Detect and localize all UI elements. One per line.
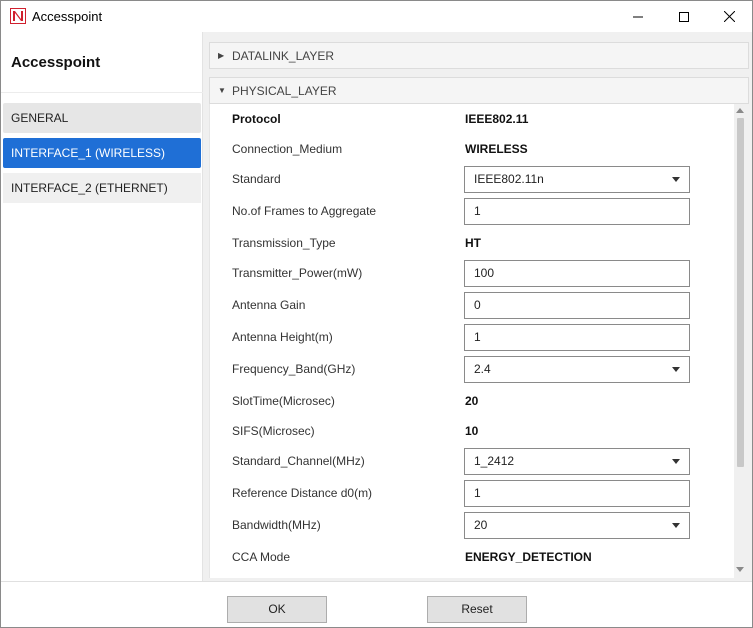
title-bar: Accesspoint [1, 1, 752, 32]
section-label: PHYSICAL_LAYER [232, 84, 337, 98]
vertical-scrollbar[interactable] [734, 104, 747, 578]
section-physical-layer[interactable]: ▼ PHYSICAL_LAYER [209, 77, 749, 104]
collapsed-arrow-icon: ▶ [218, 51, 225, 60]
frequency-band-select[interactable]: 2.4 [464, 356, 690, 383]
select-value: 20 [474, 518, 488, 532]
property-row-antenna-height: Antenna Height(m) 1 [210, 322, 734, 352]
reset-button[interactable]: Reset [427, 596, 527, 623]
maximize-button[interactable] [661, 1, 707, 32]
property-row-standard-channel: Standard_Channel(MHz) 1_2412 [210, 446, 734, 476]
property-value: ENERGY_DETECTION [465, 550, 592, 564]
property-label: No.of Frames to Aggregate [232, 204, 377, 218]
property-value: 10 [465, 424, 479, 438]
property-value: IEEE802.11 [465, 112, 529, 126]
property-label: SlotTime(Microsec) [232, 394, 335, 408]
chevron-down-icon [672, 367, 680, 372]
property-row-cca-mode: CCA Mode ENERGY_DETECTION [210, 542, 734, 572]
left-nav-panel: Accesspoint GENERAL INTERFACE_1 (WIRELES… [1, 32, 203, 581]
scroll-down-arrow-icon[interactable] [736, 567, 744, 572]
standard-channel-select[interactable]: 1_2412 [464, 448, 690, 475]
minimize-button[interactable] [615, 1, 661, 32]
property-value: HT [465, 236, 481, 250]
chevron-down-icon [672, 523, 680, 528]
nav-item-general[interactable]: GENERAL [3, 103, 201, 133]
accesspoint-dialog: Accesspoint Accesspoint GENERAL INTERFAC… [0, 0, 753, 628]
frames-aggregate-input[interactable]: 1 [464, 198, 690, 225]
property-row-bandwidth: Bandwidth(MHz) 20 [210, 510, 734, 540]
antenna-height-input[interactable]: 1 [464, 324, 690, 351]
property-value: 20 [465, 394, 479, 408]
ok-button[interactable]: OK [227, 596, 327, 623]
bandwidth-select[interactable]: 20 [464, 512, 690, 539]
property-label: Protocol [232, 112, 281, 126]
app-logo-icon [10, 8, 26, 24]
property-label: Frequency_Band(GHz) [232, 362, 356, 376]
minimize-icon [633, 16, 643, 17]
property-label: Standard_Channel(MHz) [232, 454, 365, 468]
property-row-frequency-band: Frequency_Band(GHz) 2.4 [210, 354, 734, 384]
section-datalink-layer[interactable]: ▶ DATALINK_LAYER [209, 42, 749, 69]
property-row-slot-time: SlotTime(Microsec) 20 [210, 386, 734, 416]
chevron-down-icon [672, 177, 680, 182]
scroll-up-arrow-icon[interactable] [736, 108, 744, 113]
property-row-antenna-gain: Antenna Gain 0 [210, 290, 734, 320]
panel-title: Accesspoint [11, 54, 101, 71]
property-label: Antenna Gain [232, 298, 306, 312]
property-label: Transmitter_Power(mW) [232, 266, 363, 280]
property-row-transmission-type: Transmission_Type HT [210, 228, 734, 258]
dialog-footer: OK Reset [1, 581, 752, 627]
property-row-sifs: SIFS(Microsec) 10 [210, 416, 734, 446]
physical-layer-properties: Protocol IEEE802.11 Connection_Medium WI… [209, 104, 734, 578]
property-label: CCA Mode [232, 550, 291, 564]
property-label: Antenna Height(m) [232, 330, 333, 344]
property-row-transmitter-power: Transmitter_Power(mW) 100 [210, 258, 734, 288]
properties-panel: ▶ DATALINK_LAYER ▼ PHYSICAL_LAYER Protoc… [203, 32, 752, 581]
select-value: 1_2412 [474, 454, 515, 468]
maximize-icon [679, 11, 689, 22]
property-label: Bandwidth(MHz) [232, 518, 321, 532]
close-icon [723, 11, 735, 22]
property-value: WIRELESS [465, 142, 528, 156]
property-row-connection-medium: Connection_Medium WIRELESS [210, 134, 734, 164]
property-label: Connection_Medium [232, 142, 343, 156]
property-label: Standard [232, 172, 281, 186]
property-row-reference-distance: Reference Distance d0(m) 1 [210, 478, 734, 508]
nav-item-interface-1[interactable]: INTERFACE_1 (WIRELESS) [3, 138, 201, 168]
property-row-frames-aggregate: No.of Frames to Aggregate 1 [210, 196, 734, 226]
property-row-protocol: Protocol IEEE802.11 [210, 104, 734, 134]
window-title: Accesspoint [32, 9, 103, 24]
divider [1, 92, 203, 93]
property-label: Transmission_Type [232, 236, 336, 250]
close-button[interactable] [706, 1, 752, 32]
property-row-standard: Standard IEEE802.11n [210, 164, 734, 194]
transmitter-power-input[interactable]: 100 [464, 260, 690, 287]
antenna-gain-input[interactable]: 0 [464, 292, 690, 319]
expanded-arrow-icon: ▼ [218, 86, 226, 95]
chevron-down-icon [672, 459, 680, 464]
standard-select[interactable]: IEEE802.11n [464, 166, 690, 193]
select-value: IEEE802.11n [474, 172, 544, 186]
property-label: SIFS(Microsec) [232, 424, 315, 438]
reference-distance-input[interactable]: 1 [464, 480, 690, 507]
section-label: DATALINK_LAYER [232, 49, 335, 63]
select-value: 2.4 [474, 362, 491, 376]
property-label: Reference Distance d0(m) [232, 486, 373, 500]
nav-item-interface-2[interactable]: INTERFACE_2 (ETHERNET) [3, 173, 201, 203]
scrollbar-thumb[interactable] [737, 118, 744, 467]
